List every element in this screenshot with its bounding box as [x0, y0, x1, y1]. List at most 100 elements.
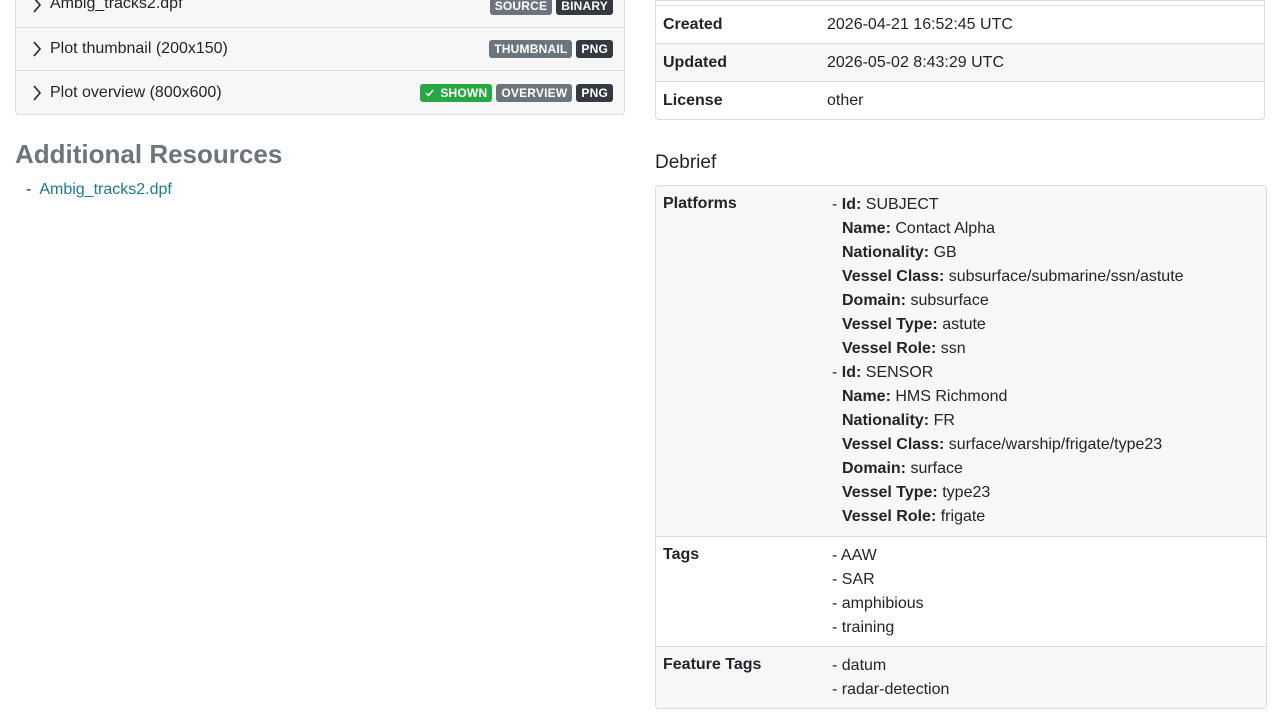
platform-field-label: Vessel Role: [842, 508, 937, 525]
platform-field-value: surface [910, 460, 963, 477]
platform-field-vessel-role: Vessel Role: ssn [832, 337, 1266, 361]
left-column: Ambig_tracks2.dpf SOURCE BINARY Plot thu… [15, 0, 625, 198]
debrief-row-platforms: Platforms - Id: SUBJECT Name: Contact Alp… [656, 186, 1266, 536]
shown-badge: SHOWN [420, 83, 493, 102]
platform-field-label: Vessel Type: [842, 484, 938, 501]
resource-list: Ambig_tracks2.dpf SOURCE BINARY Plot thu… [15, 0, 625, 115]
platforms-value: - Id: SUBJECT Name: Contact Alpha National… [832, 186, 1266, 536]
platform-field-label: Id: [841, 196, 862, 213]
platform-field-domain: Domain: subsurface [832, 289, 1266, 313]
debrief-row-tags: Tags - AAW - SAR - amphibious - training [656, 536, 1266, 646]
shown-badge-label: SHOWN [440, 85, 488, 100]
platform-field-vessel-class: Vessel Class: subsurface/submarine/ssn/a… [832, 265, 1266, 289]
platform-field-value: subsurface/submarine/ssn/astute [948, 268, 1184, 285]
metadata-value: other [827, 91, 864, 109]
platform-field-id: - Id: SUBJECT [832, 196, 939, 213]
platform-field-label: Domain: [842, 292, 906, 309]
platform-field-nationality: Nationality: FR [832, 409, 1266, 433]
chevron-right-icon[interactable] [28, 40, 46, 58]
resource-name[interactable]: Plot overview (800x600) [50, 84, 420, 102]
platform-field-value: SENSOR [865, 364, 934, 381]
tag-item: - training [832, 619, 895, 636]
list-bullet: - [26, 181, 32, 198]
platform-field-label: Vessel Class: [842, 436, 945, 453]
platform-field-label: Vessel Type: [842, 316, 938, 333]
tag-item: - SAR [832, 571, 875, 588]
overview-badge: OVERVIEW [496, 83, 573, 102]
chevron-right-icon[interactable] [28, 84, 46, 102]
png-badge: PNG [576, 83, 613, 102]
platform-field-value: subsurface [910, 292, 989, 309]
png-badge: PNG [576, 40, 613, 58]
feature-tag-item-text: datum [841, 657, 887, 674]
debrief-row-feature-tags: Feature Tags - datum - radar-detection [656, 646, 1266, 708]
platform-field-value: GB [933, 244, 957, 261]
debrief-title: Debrief [655, 152, 717, 173]
platform-field-label: Nationality: [842, 412, 930, 429]
platform-field-name: Name: HMS Richmond [832, 385, 1266, 409]
platform-field-value: ssn [940, 340, 966, 357]
metadata-value: 2026-05-02 8:43:29 UTC [827, 53, 1004, 71]
platforms-label: Platforms [663, 195, 737, 212]
platform-field-domain: Domain: surface [832, 457, 1266, 481]
platform-field-vessel-class: Vessel Class: surface/warship/frigate/ty… [832, 433, 1266, 457]
tag-item-text: amphibious [841, 595, 924, 612]
platform-field-label: Vessel Class: [842, 268, 945, 285]
platform-field-vessel-role: Vessel Role: frigate [832, 505, 1266, 529]
tag-item-text: SAR [841, 571, 875, 588]
platform-field-label: Name: [842, 220, 891, 237]
binary-badge: BINARY [556, 0, 613, 15]
platform-field-value: frigate [940, 508, 986, 525]
platform-field-nationality: Nationality: GB [832, 241, 1266, 265]
platform-field-label: Id: [841, 364, 862, 381]
additional-resources-title: Additional Resources [15, 139, 283, 169]
platform-field-vessel-type: Vessel Type: type23 [832, 481, 1266, 505]
chevron-right-icon[interactable] [28, 0, 46, 14]
platform-field-vessel-type: Vessel Type: astute [832, 313, 1266, 337]
platform-field-label: Vessel Role: [842, 340, 937, 357]
platform-field-value: surface/warship/frigate/type23 [948, 436, 1163, 453]
tags-label: Tags [663, 546, 700, 563]
platform-field-value: SUBJECT [865, 196, 939, 213]
metadata-value: 2026-04-21 16:52:45 UTC [827, 15, 1013, 33]
platform-field-value: Contact Alpha [895, 220, 995, 237]
metadata-row-created: Created 2026-04-21 16:52:45 UTC [656, 5, 1264, 43]
metadata-label: Updated [663, 53, 727, 71]
additional-resource-link[interactable]: Ambig_tracks2.dpf [39, 181, 172, 198]
metadata-row-license: License other [656, 81, 1264, 119]
feature-tag-item: - radar-detection [832, 681, 950, 698]
feature-tag-item-text: radar-detection [841, 681, 950, 698]
resource-name[interactable]: Ambig_tracks2.dpf [50, 0, 490, 13]
debrief-table: Platforms - Id: SUBJECT Name: Contact Alp… [655, 185, 1267, 709]
resource-row-plot-thumbnail[interactable]: Plot thumbnail (200x150) THUMBNAIL PNG [16, 27, 624, 70]
tags-value: - AAW - SAR - amphibious - training [832, 537, 1266, 646]
platform-field-label: Domain: [842, 460, 906, 477]
metadata-row-updated: Updated 2026-05-02 8:43:29 UTC [656, 43, 1264, 81]
platform-field-name: Name: Contact Alpha [832, 217, 1266, 241]
feature-tags-value: - datum - radar-detection [832, 647, 1266, 708]
feature-tag-item: - datum [832, 657, 887, 674]
tag-item-text: training [841, 619, 895, 636]
platform-field-value: FR [933, 412, 955, 429]
resource-row-ambig-tracks[interactable]: Ambig_tracks2.dpf SOURCE BINARY [16, 0, 624, 27]
resource-name[interactable]: Plot thumbnail (200x150) [50, 40, 489, 58]
platform-field-id: - Id: SENSOR [832, 364, 934, 381]
platform-field-label: Name: [842, 388, 891, 405]
platform-field-value: type23 [942, 484, 991, 501]
tag-item: - AAW [832, 547, 877, 564]
platform-field-value: HMS Richmond [895, 388, 1008, 405]
tag-item-text: AAW [840, 547, 877, 564]
check-icon [425, 89, 434, 97]
thumbnail-badge: THUMBNAIL [489, 40, 573, 58]
feature-tags-label: Feature Tags [663, 656, 762, 673]
platform-field-label: Nationality: [842, 244, 930, 261]
source-badge: SOURCE [489, 0, 553, 15]
resource-row-plot-overview[interactable]: Plot overview (800x600) SHOWN OVERVIEW P… [16, 70, 624, 114]
metadata-table: Created 2026-04-21 16:52:45 UTC Updated … [655, 0, 1265, 120]
additional-resources-list: - Ambig_tracks2.dpf [26, 181, 172, 199]
tag-item: - amphibious [832, 595, 924, 612]
platform-field-value: astute [942, 316, 986, 333]
right-column: Created 2026-04-21 16:52:45 UTC Updated … [655, 0, 1267, 709]
metadata-label: Created [663, 15, 723, 33]
metadata-label: License [663, 91, 723, 109]
